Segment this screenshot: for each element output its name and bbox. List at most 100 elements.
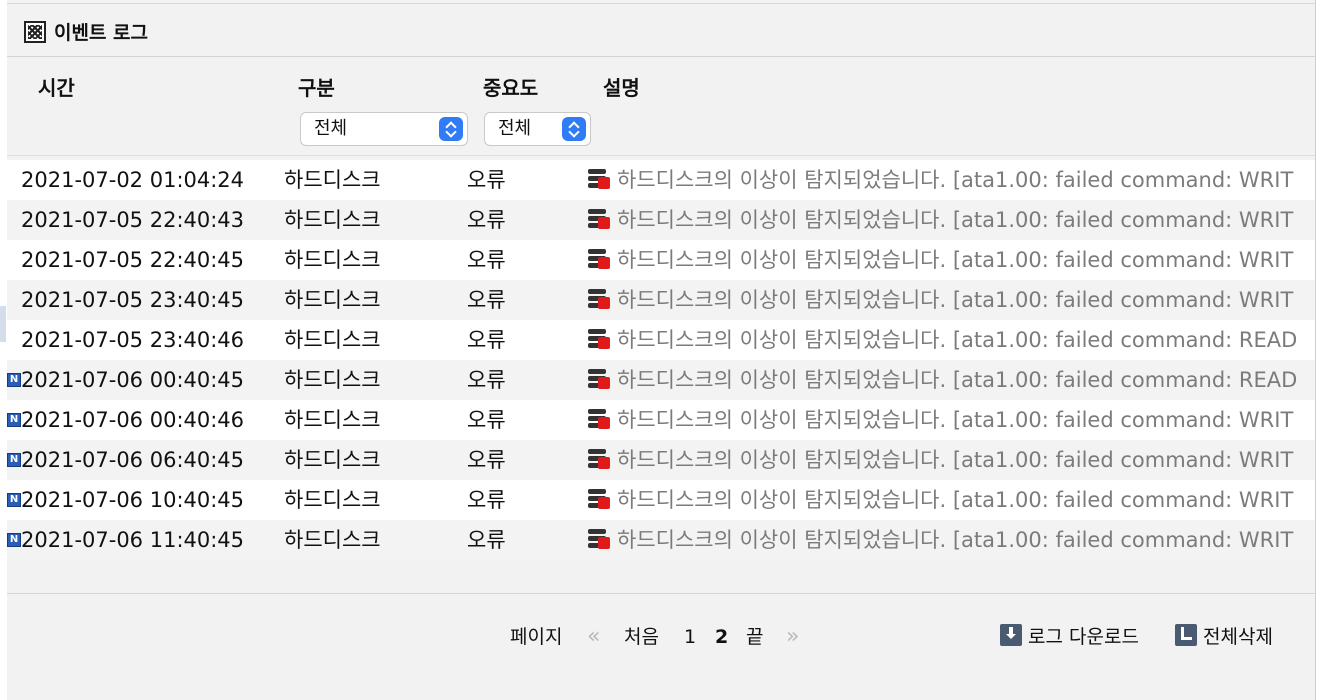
- row-description: 하드디스크의 이상이 탐지되었습니다. [ata1.00: failed com…: [587, 480, 1315, 520]
- row-description: 하드디스크의 이상이 탐지되었습니다. [ata1.00: failed com…: [587, 520, 1315, 560]
- row-time: 2021-07-06 00:40:46: [21, 408, 245, 432]
- row-category: 하드디스크: [284, 408, 381, 432]
- disk-error-icon: [587, 168, 611, 190]
- row-category: 하드디스크: [284, 528, 381, 552]
- delete-all-button[interactable]: 전체삭제: [1175, 624, 1273, 650]
- row-description: 하드디스크의 이상이 탐지되었습니다. [ata1.00: failed com…: [587, 400, 1315, 440]
- row-time: 2021-07-05 22:40:45: [21, 248, 245, 272]
- pager-label: 페이지: [510, 626, 563, 648]
- row-time: 2021-07-06 10:40:45: [21, 488, 245, 512]
- table-header: 시간 구분 중요도 설명 전체 전체: [7, 58, 1315, 156]
- row-severity: 오류: [467, 208, 506, 232]
- row-severity: 오류: [467, 448, 506, 472]
- row-description-text: 하드디스크의 이상이 탐지되었습니다. [ata1.00: failed com…: [617, 288, 1294, 312]
- table-row[interactable]: N 2021-07-06 00:40:46 하드디스크 오류 하드디스크의 이상이 탐지…: [7, 400, 1315, 440]
- new-badge-icon: N: [7, 453, 21, 467]
- table-row[interactable]: N 2021-07-06 10:40:45 하드디스크 오류 하드디스크의 이상이 탐지…: [7, 480, 1315, 520]
- log-download-label: 로그 다운로드: [1028, 626, 1139, 648]
- row-category: 하드디스크: [284, 288, 381, 312]
- table-row[interactable]: 2021-07-05 22:40:45 하드디스크 오류 하드디스크의 이상이 탐지되…: [7, 240, 1315, 280]
- row-category: 하드디스크: [284, 328, 381, 352]
- table-row[interactable]: N 2021-07-06 11:40:45 하드디스크 오류 하드디스크의 이상이 탐지…: [7, 520, 1315, 560]
- pager-page-1[interactable]: 1: [684, 624, 696, 650]
- row-description-text: 하드디스크의 이상이 탐지되었습니다. [ata1.00: failed com…: [617, 168, 1294, 192]
- table-row[interactable]: 2021-07-05 22:40:43 하드디스크 오류 하드디스크의 이상이 탐지되…: [7, 200, 1315, 240]
- delete-all-icon: [1175, 624, 1197, 646]
- row-category: 하드디스크: [284, 248, 381, 272]
- table-row[interactable]: 2021-07-02 01:04:24 하드디스크 오류 하드디스크의 이상이 탐지되…: [7, 160, 1315, 200]
- row-severity: 오류: [467, 488, 506, 512]
- row-description-text: 하드디스크의 이상이 탐지되었습니다. [ata1.00: failed com…: [617, 248, 1294, 272]
- row-description-text: 하드디스크의 이상이 탐지되었습니다. [ata1.00: failed com…: [617, 528, 1294, 552]
- log-download-button[interactable]: 로그 다운로드: [1000, 624, 1139, 650]
- row-severity: 오류: [467, 408, 506, 432]
- row-time: 2021-07-05 23:40:45: [21, 288, 245, 312]
- row-severity: 오류: [467, 288, 506, 312]
- row-description-text: 하드디스크의 이상이 탐지되었습니다. [ata1.00: failed com…: [617, 368, 1298, 392]
- right-edge: [1315, 0, 1328, 700]
- disk-error-icon: [587, 248, 611, 270]
- new-badge-icon: N: [7, 413, 21, 427]
- left-edge: [0, 0, 7, 700]
- disk-error-icon: [587, 368, 611, 390]
- row-time: 2021-07-06 11:40:45: [21, 528, 245, 552]
- row-description: 하드디스크의 이상이 탐지되었습니다. [ata1.00: failed com…: [587, 360, 1315, 400]
- row-description: 하드디스크의 이상이 탐지되었습니다. [ata1.00: failed com…: [587, 280, 1315, 320]
- new-badge-icon: N: [7, 533, 21, 547]
- row-severity: 오류: [467, 528, 506, 552]
- row-description-text: 하드디스크의 이상이 탐지되었습니다. [ata1.00: failed com…: [617, 208, 1294, 232]
- table-row[interactable]: N 2021-07-06 00:40:45 하드디스크 오류 하드디스크의 이상이 탐지…: [7, 360, 1315, 400]
- row-time: 2021-07-05 23:40:46: [21, 328, 245, 352]
- row-time: 2021-07-06 06:40:45: [21, 448, 245, 472]
- table-row[interactable]: N 2021-07-06 06:40:45 하드디스크 오류 하드디스크의 이상이 탐지…: [7, 440, 1315, 480]
- pager-page-2-current[interactable]: 2: [715, 624, 728, 650]
- row-time: 2021-07-05 22:40:43: [21, 208, 245, 232]
- disk-error-icon: [587, 488, 611, 510]
- row-category: 하드디스크: [284, 448, 381, 472]
- row-severity: 오류: [467, 168, 506, 192]
- row-description-text: 하드디스크의 이상이 탐지되었습니다. [ata1.00: failed com…: [617, 488, 1294, 512]
- pager-prev-icon[interactable]: «: [587, 624, 600, 650]
- category-filter-select[interactable]: 전체: [300, 112, 468, 146]
- row-category: 하드디스크: [284, 488, 381, 512]
- pager-first-link[interactable]: 처음: [624, 624, 659, 650]
- event-log-icon: [24, 21, 46, 43]
- panel-titlebar: 이벤트 로그: [7, 4, 1315, 57]
- row-category: 하드디스크: [284, 208, 381, 232]
- row-severity: 오류: [467, 368, 506, 392]
- disk-error-icon: [587, 528, 611, 550]
- event-log-panel: 이벤트 로그 시간 구분 중요도 설명 전체 전체 2021-07-02 01:…: [7, 3, 1315, 691]
- row-description: 하드디스크의 이상이 탐지되었습니다. [ata1.00: failed com…: [587, 240, 1315, 280]
- row-severity: 오류: [467, 328, 506, 352]
- row-description: 하드디스크의 이상이 탐지되었습니다. [ata1.00: failed com…: [587, 320, 1315, 360]
- pager-last-link[interactable]: 끝: [746, 624, 763, 650]
- category-filter-value: 전체: [314, 118, 348, 139]
- disk-error-icon: [587, 408, 611, 430]
- row-description-text: 하드디스크의 이상이 탐지되었습니다. [ata1.00: failed com…: [617, 448, 1294, 472]
- select-arrows-icon: [439, 117, 463, 141]
- new-badge-icon: N: [7, 373, 21, 387]
- disk-error-icon: [587, 208, 611, 230]
- delete-all-label: 전체삭제: [1203, 626, 1273, 648]
- select-arrows-icon: [562, 117, 586, 141]
- table-row[interactable]: 2021-07-05 23:40:46 하드디스크 오류 하드디스크의 이상이 탐지되…: [7, 320, 1315, 360]
- column-header-description[interactable]: 설명: [603, 72, 640, 101]
- row-severity: 오류: [467, 248, 506, 272]
- pager-next-icon[interactable]: »: [786, 624, 799, 650]
- table-row[interactable]: 2021-07-05 23:40:45 하드디스크 오류 하드디스크의 이상이 탐지되…: [7, 280, 1315, 320]
- row-category: 하드디스크: [284, 168, 381, 192]
- row-description-text: 하드디스크의 이상이 탐지되었습니다. [ata1.00: failed com…: [617, 408, 1294, 432]
- row-description: 하드디스크의 이상이 탐지되었습니다. [ata1.00: failed com…: [587, 200, 1315, 240]
- disk-error-icon: [587, 328, 611, 350]
- row-description: 하드디스크의 이상이 탐지되었습니다. [ata1.00: failed com…: [587, 160, 1315, 200]
- column-header-category[interactable]: 구분: [298, 72, 335, 101]
- row-category: 하드디스크: [284, 368, 381, 392]
- left-edge-marker: [0, 306, 6, 342]
- column-header-time[interactable]: 시간: [38, 72, 75, 101]
- panel-title: 이벤트 로그: [54, 22, 149, 44]
- disk-error-icon: [587, 288, 611, 310]
- table-footer: 페이지 « 처음 1 2 끝 » 로그 다운로드 전체삭제: [7, 593, 1315, 692]
- column-header-severity[interactable]: 중요도: [483, 72, 538, 101]
- severity-filter-select[interactable]: 전체: [484, 112, 591, 146]
- disk-error-icon: [587, 448, 611, 470]
